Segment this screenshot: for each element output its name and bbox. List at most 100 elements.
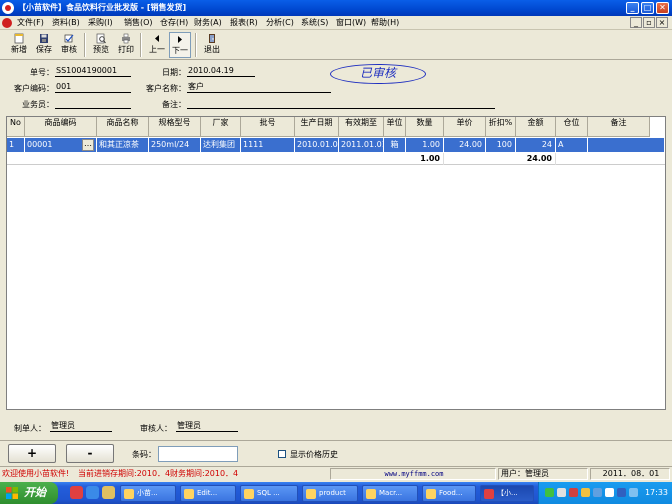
column-header[interactable]: No	[7, 117, 25, 137]
previous-record-button[interactable]: 上一	[146, 32, 168, 58]
quicklaunch-desktop-icon[interactable]	[102, 486, 115, 499]
customer-code-field[interactable]: 001	[55, 82, 131, 93]
column-header[interactable]: 备注	[588, 117, 650, 137]
next-record-button[interactable]: 下一	[169, 32, 191, 58]
order-number-field[interactable]: SS1004190001	[55, 66, 131, 77]
menu-file[interactable]: 文件(F)	[17, 17, 44, 29]
cell-maker[interactable]: 达利集团	[201, 138, 241, 152]
audit-button[interactable]: 审核	[58, 32, 80, 58]
taskbar-item[interactable]: Food...	[422, 485, 476, 502]
column-header[interactable]: 仓位	[556, 117, 588, 137]
column-header[interactable]: 金额	[516, 117, 556, 137]
clock[interactable]: 17:33	[645, 482, 668, 504]
column-header[interactable]: 厂家	[201, 117, 241, 137]
tray-icon[interactable]	[557, 488, 566, 497]
line-items-grid[interactable]: No 商品编码 商品名称 规格型号 厂家 批号 生产日期 有效期至 单位 数量 …	[6, 116, 666, 410]
child-minimize-button[interactable]: _	[630, 17, 642, 28]
date-field[interactable]: 2010.04.19	[187, 66, 255, 77]
column-header[interactable]: 数量	[406, 117, 444, 137]
remark-field[interactable]	[187, 98, 495, 109]
toolbar-separator	[195, 33, 197, 57]
product-lookup-button[interactable]: …	[82, 139, 94, 151]
price-history-label[interactable]: 显示价格历史	[290, 449, 338, 460]
cell-location[interactable]: A	[556, 138, 588, 152]
column-header[interactable]: 单位	[384, 117, 406, 137]
cell-mfg-date[interactable]: 2010.01.01	[295, 138, 343, 152]
menu-reports[interactable]: 报表(R)	[230, 17, 258, 29]
price-history-checkbox[interactable]	[278, 450, 286, 458]
column-header[interactable]: 单价	[444, 117, 486, 137]
quicklaunch-app-icon[interactable]	[70, 486, 83, 499]
menu-window[interactable]: 窗口(W)	[336, 17, 366, 29]
status-finance-period: 财务期间:2010．4	[170, 469, 239, 478]
barcode-input[interactable]	[158, 446, 238, 462]
add-row-button[interactable]: +	[8, 444, 56, 463]
window-title: 【小苗软件】食品饮料行业批发版 - [销售发货]	[18, 3, 187, 12]
cell-quantity[interactable]: 1.00	[406, 138, 444, 152]
column-header[interactable]: 商品编码	[25, 117, 97, 137]
title-bar[interactable]: 【小苗软件】食品饮料行业批发版 - [销售发货] _ □ ✕	[0, 0, 672, 16]
remark-label: 备注：	[162, 100, 186, 109]
exit-button[interactable]: 退出	[201, 32, 223, 58]
cell-no[interactable]: 1	[7, 138, 25, 152]
column-header[interactable]: 商品名称	[97, 117, 149, 137]
preview-button[interactable]: 预览	[90, 32, 112, 58]
menu-data[interactable]: 资料(B)	[52, 17, 80, 29]
tray-icon[interactable]	[617, 488, 626, 497]
cell-expiry-date[interactable]: 2011.01.01	[339, 138, 387, 152]
taskbar-item[interactable]: Macr...	[362, 485, 418, 502]
auditor-field: 管理员	[176, 421, 238, 432]
taskbar-item[interactable]: SQL ...	[240, 485, 298, 502]
taskbar-item[interactable]: product	[302, 485, 358, 502]
quicklaunch-ie-icon[interactable]	[86, 486, 99, 499]
print-preview-icon	[96, 33, 106, 44]
menu-sales[interactable]: 销售(O)	[124, 17, 153, 29]
menu-inventory[interactable]: 仓存(H)	[160, 17, 188, 29]
child-window-icon[interactable]	[2, 18, 12, 28]
maximize-button[interactable]: □	[641, 2, 654, 14]
menu-system[interactable]: 系统(S)	[301, 17, 328, 29]
cell-product-name[interactable]: 和其正凉茶	[97, 138, 149, 152]
tray-icon[interactable]	[629, 488, 638, 497]
taskbar-item[interactable]: Edit...	[180, 485, 236, 502]
close-button[interactable]: ✕	[656, 2, 669, 14]
salesman-field[interactable]	[55, 98, 131, 109]
cell-discount[interactable]: 100	[486, 138, 516, 152]
tray-icon[interactable]	[581, 488, 590, 497]
menu-help[interactable]: 帮助(H)	[371, 17, 399, 29]
menu-analysis[interactable]: 分析(C)	[266, 17, 294, 29]
taskbar-item-active[interactable]: 【小...	[480, 485, 534, 502]
menu-finance[interactable]: 财务(A)	[194, 17, 222, 29]
start-button[interactable]: 开始	[0, 482, 58, 504]
tray-icon[interactable]	[545, 488, 554, 497]
cell-note[interactable]	[588, 138, 665, 152]
totals-row	[7, 152, 665, 165]
cell-spec[interactable]: 250ml/24	[149, 138, 201, 152]
delete-row-button[interactable]: -	[66, 444, 114, 463]
column-header[interactable]: 有效期至	[339, 117, 384, 137]
cell-amount[interactable]: 24	[516, 138, 556, 152]
minimize-button[interactable]: _	[626, 2, 639, 14]
save-button[interactable]: 保存	[33, 32, 55, 58]
child-close-button[interactable]: ×	[656, 17, 668, 28]
column-header[interactable]: 规格型号	[149, 117, 201, 137]
print-button[interactable]: 打印	[115, 32, 137, 58]
child-restore-button[interactable]: ▫	[643, 17, 655, 28]
taskbar-item[interactable]: 小苗...	[120, 485, 176, 502]
new-document-icon	[14, 33, 24, 44]
menu-purchase[interactable]: 采购(I)	[88, 17, 113, 29]
menu-bar: 文件(F) 资料(B) 采购(I) 销售(O) 仓存(H) 财务(A) 报表(R…	[0, 16, 672, 30]
column-header[interactable]: 生产日期	[295, 117, 339, 137]
cell-price[interactable]: 24.00	[444, 138, 486, 152]
tray-icon[interactable]	[593, 488, 602, 497]
tray-icon[interactable]	[569, 488, 578, 497]
app-icon[interactable]	[2, 2, 14, 14]
customer-name-field[interactable]: 客户	[187, 82, 331, 93]
tray-icon[interactable]	[605, 488, 614, 497]
column-header[interactable]: 批号	[241, 117, 295, 137]
cell-batch[interactable]: 1111	[241, 138, 295, 152]
app-icon	[124, 489, 134, 499]
column-header[interactable]: 折扣%	[486, 117, 516, 137]
new-button[interactable]: 新增	[8, 32, 30, 58]
cell-unit[interactable]: 箱	[384, 138, 406, 152]
